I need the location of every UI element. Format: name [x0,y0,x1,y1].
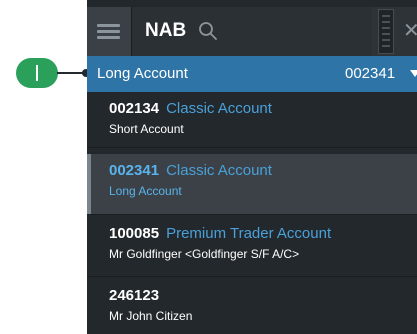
drag-handle-icon[interactable] [378,9,394,54]
search-icon[interactable] [198,21,218,41]
callout-marker [16,58,58,88]
hamburger-icon [97,24,120,27]
account-list-item[interactable]: 002134 Classic Account Short Account [87,92,417,147]
account-name: Mr Goldfinger <Goldfinger S/F A/C> [109,247,300,261]
menu-button[interactable] [87,7,132,56]
account-type: Classic Account [166,162,272,179]
account-number: 002134 [109,100,160,117]
account-type: Premium Trader Account [166,225,332,242]
close-icon[interactable]: ✕ [403,20,417,42]
selected-account-name: Long Account [97,65,188,82]
account-name: Short Account [109,122,184,136]
list-divider [87,147,417,148]
callout-connector [57,72,85,74]
selected-account-header[interactable]: Long Account 002341 [87,56,417,92]
account-picker-panel: NAB ✕ Long Account 002341 002134 Classic… [87,0,417,334]
search-input-value[interactable]: NAB [145,20,186,42]
search-field[interactable]: NAB [132,7,372,56]
account-list-item-active[interactable]: 002341 Classic Account Long Account [87,154,417,214]
selected-account-number: 002341 [345,65,396,82]
callout-marker-bar [36,65,38,81]
account-item-header: 100085 Premium Trader Account [109,225,331,243]
account-item-header: 002134 Classic Account [109,100,272,118]
hamburger-icon [97,36,120,39]
account-number: 002341 [109,162,160,179]
account-item-header: 002341 Classic Account [109,162,272,180]
toolbar: NAB ✕ [87,7,417,56]
account-type: Classic Account [166,100,272,117]
list-divider [87,276,417,277]
account-number: 100085 [109,225,160,242]
account-number: 246123 [109,287,160,304]
account-name: Mr John Citizen [109,309,193,323]
account-name: Long Account [109,184,182,198]
account-list-item[interactable]: 100085 Premium Trader Account Mr Goldfing… [87,217,417,276]
account-item-header: 246123 [109,287,166,305]
chevron-down-icon[interactable] [410,70,417,77]
list-divider [87,214,417,215]
hamburger-icon [97,30,120,33]
stage: NAB ✕ Long Account 002341 002134 Classic… [0,0,417,334]
account-list-item[interactable]: 246123 Mr John Citizen [87,279,417,334]
